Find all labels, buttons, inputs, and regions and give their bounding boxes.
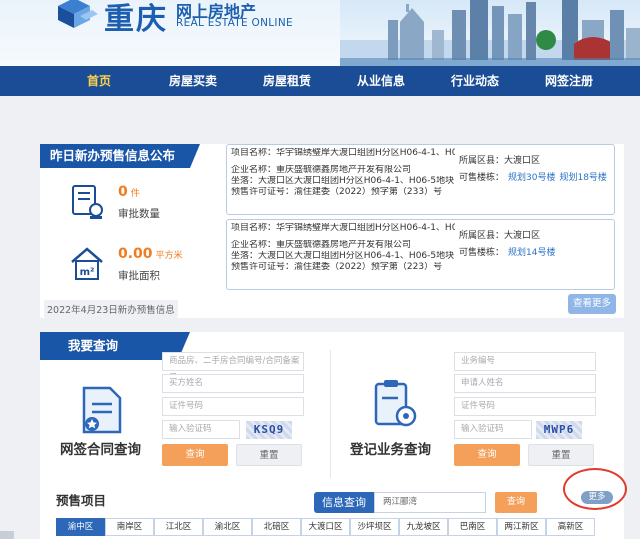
district-tab[interactable]: 南岸区 xyxy=(105,518,154,536)
district-tab[interactable]: 高新区 xyxy=(546,518,595,536)
presale-project-name: 项目名称：华宇锦绣璧岸大渡口组团H分区H06-4-1、H06-4-5、... xyxy=(231,223,455,233)
presale-project-name: 项目名称：华宇锦绣璧岸大渡口组团H分区H06-4-1、H06-4-5、... xyxy=(231,148,455,158)
registration-reset-button[interactable]: 重置 xyxy=(528,444,594,466)
nav-industry-news[interactable]: 行业动态 xyxy=(428,66,522,96)
approval-count-value: 0件 xyxy=(118,184,140,200)
query-card: 我要查询 网签合同查询 商品房、二手房合同编号/合同备案号 买方姓名 证件号码 … xyxy=(40,332,624,482)
logo-english: REAL ESTATE ONLINE xyxy=(176,17,293,29)
svg-text:m²: m² xyxy=(80,267,95,278)
buyer-name-input[interactable]: 买方姓名 xyxy=(162,374,304,393)
district-tabs: 渝中区 南岸区 江北区 渝北区 北碚区 大渡口区 沙坪坝区 九龙坡区 巴南区 两… xyxy=(56,518,595,536)
district-tab[interactable]: 北碚区 xyxy=(252,518,301,536)
applicant-name-input[interactable]: 申请人姓名 xyxy=(454,374,596,393)
building-link[interactable]: 规划18号楼 xyxy=(559,173,606,183)
presale-date-note: 2022年4月23日新办预售信息 xyxy=(44,300,178,318)
district-tab[interactable]: 九龙坡区 xyxy=(399,518,448,536)
presale-item[interactable]: 项目名称：华宇锦绣璧岸大渡口组团H分区H06-4-1、H06-4-5、... 企… xyxy=(226,219,615,290)
presale-license: 预售许可证号：渝住建委（2022）预字第（233）号 xyxy=(231,187,443,197)
contract-captcha-input[interactable]: 输入验证码 xyxy=(162,420,240,439)
presale-projects-title: 预售项目 xyxy=(56,493,107,508)
presale-license: 预售许可证号：渝住建委（2022）预字第（223）号 xyxy=(231,262,443,272)
business-number-input[interactable]: 业务编号 xyxy=(454,352,596,371)
district-tab[interactable]: 沙坪坝区 xyxy=(350,518,399,536)
contract-document-icon xyxy=(82,386,122,434)
presale-location: 坐落：大渡口区大渡口组团H分区H06-4-1、H06-5地块 xyxy=(231,176,455,186)
building-link[interactable]: 规划14号楼 xyxy=(508,248,555,258)
registration-id-number-input[interactable]: 证件号码 xyxy=(454,397,596,416)
district-tab[interactable]: 渝北区 xyxy=(203,518,252,536)
approval-count-stat: 0件 审批数量 xyxy=(70,184,230,228)
district-tab[interactable]: 两江新区 xyxy=(497,518,546,536)
district-tab[interactable]: 渝中区 xyxy=(56,518,105,536)
presale-district: 所属区县：大渡口区 xyxy=(459,231,541,241)
approval-area-value: 0.00 平方米 xyxy=(118,246,183,262)
nav-practitioner-info[interactable]: 从业信息 xyxy=(334,66,428,96)
site-header: 重庆 网上房地产 REAL ESTATE ONLINE xyxy=(0,0,640,66)
presale-company: 企业名称：重庆盛毓德鑫房地产开发有限公司 xyxy=(231,240,412,250)
approval-area-stat: m² 0.00 平方米 审批面积 xyxy=(70,246,230,290)
logo-cube-icon xyxy=(58,0,98,28)
building-link[interactable]: 规划30号楼 xyxy=(508,173,555,183)
certificate-icon xyxy=(72,185,103,219)
more-projects-button[interactable]: 更多 xyxy=(581,491,613,504)
contract-captcha-image[interactable]: KSQ9 xyxy=(246,421,292,439)
district-tab[interactable]: 江北区 xyxy=(154,518,203,536)
presale-projects-section: 预售项目 信息查询 两江郦湾 查询 更多 渝中区 南岸区 江北区 渝北区 北碚区… xyxy=(40,468,627,539)
approval-area-unit: 平方米 xyxy=(155,251,183,261)
nav-buy-sell[interactable]: 房屋买卖 xyxy=(146,66,240,96)
project-search-input[interactable]: 两江郦湾 xyxy=(374,492,486,513)
approval-count-unit: 件 xyxy=(130,189,140,199)
registration-captcha-image[interactable]: MWP6 xyxy=(536,421,582,439)
presale-buildings: 可售楼栋： 规划14号楼 xyxy=(459,248,556,258)
approval-count-label: 审批数量 xyxy=(118,208,160,220)
registration-clipboard-icon xyxy=(374,380,417,427)
presale-location: 坐落：大渡口区大渡口组团H分区H06-4-1、H06-5地块 xyxy=(231,251,455,261)
yesterday-presale-title: 昨日新办预售信息公布 xyxy=(40,144,200,168)
main-nav: 首页 房屋买卖 房屋租赁 从业信息 行业动态 网签注册 xyxy=(0,66,640,96)
contract-reset-button[interactable]: 重置 xyxy=(236,444,302,466)
presale-district: 所属区县：大渡口区 xyxy=(459,156,541,166)
contract-number-input[interactable]: 商品房、二手房合同编号/合同备案号 xyxy=(162,352,304,383)
registration-captcha-input[interactable]: 输入验证码 xyxy=(454,420,532,439)
logo-chinese: 重庆 xyxy=(104,2,168,37)
district-tab[interactable]: 巴南区 xyxy=(448,518,497,536)
yesterday-presale-card: 昨日新办预售信息公布 0件 审批数量 m² 0.00 平方米 审批面积 2022年… xyxy=(40,144,624,318)
contract-query-button[interactable]: 查询 xyxy=(162,444,228,466)
registration-query-label: 登记业务查询 xyxy=(350,442,431,458)
presale-buildings: 可售楼栋： 规划30号楼 规划18号楼 xyxy=(459,173,607,183)
contract-id-number-input[interactable]: 证件号码 xyxy=(162,397,304,416)
registration-query-button[interactable]: 查询 xyxy=(454,444,520,466)
district-tab[interactable]: 大渡口区 xyxy=(301,518,350,536)
presale-company: 企业名称：重庆盛毓德鑫房地产开发有限公司 xyxy=(231,165,412,175)
info-query-tab[interactable]: 信息查询 xyxy=(314,492,374,513)
approval-area-label: 审批面积 xyxy=(118,270,160,282)
contract-query-label: 网签合同查询 xyxy=(60,442,141,458)
query-title: 我要查询 xyxy=(40,332,190,360)
nav-contract-register[interactable]: 网签注册 xyxy=(522,66,616,96)
nav-home[interactable]: 首页 xyxy=(52,66,146,96)
view-more-button[interactable]: 查看更多 xyxy=(568,294,616,314)
presale-item[interactable]: 项目名称：华宇锦绣璧岸大渡口组团H分区H06-4-1、H06-4-5、... 企… xyxy=(226,144,615,215)
house-area-icon: m² xyxy=(71,247,103,280)
project-search-button[interactable]: 查询 xyxy=(495,492,537,513)
corner-scroll-indicator xyxy=(0,531,14,539)
nav-rental[interactable]: 房屋租赁 xyxy=(240,66,334,96)
city-skyline-image xyxy=(340,0,640,66)
query-divider xyxy=(330,350,331,478)
